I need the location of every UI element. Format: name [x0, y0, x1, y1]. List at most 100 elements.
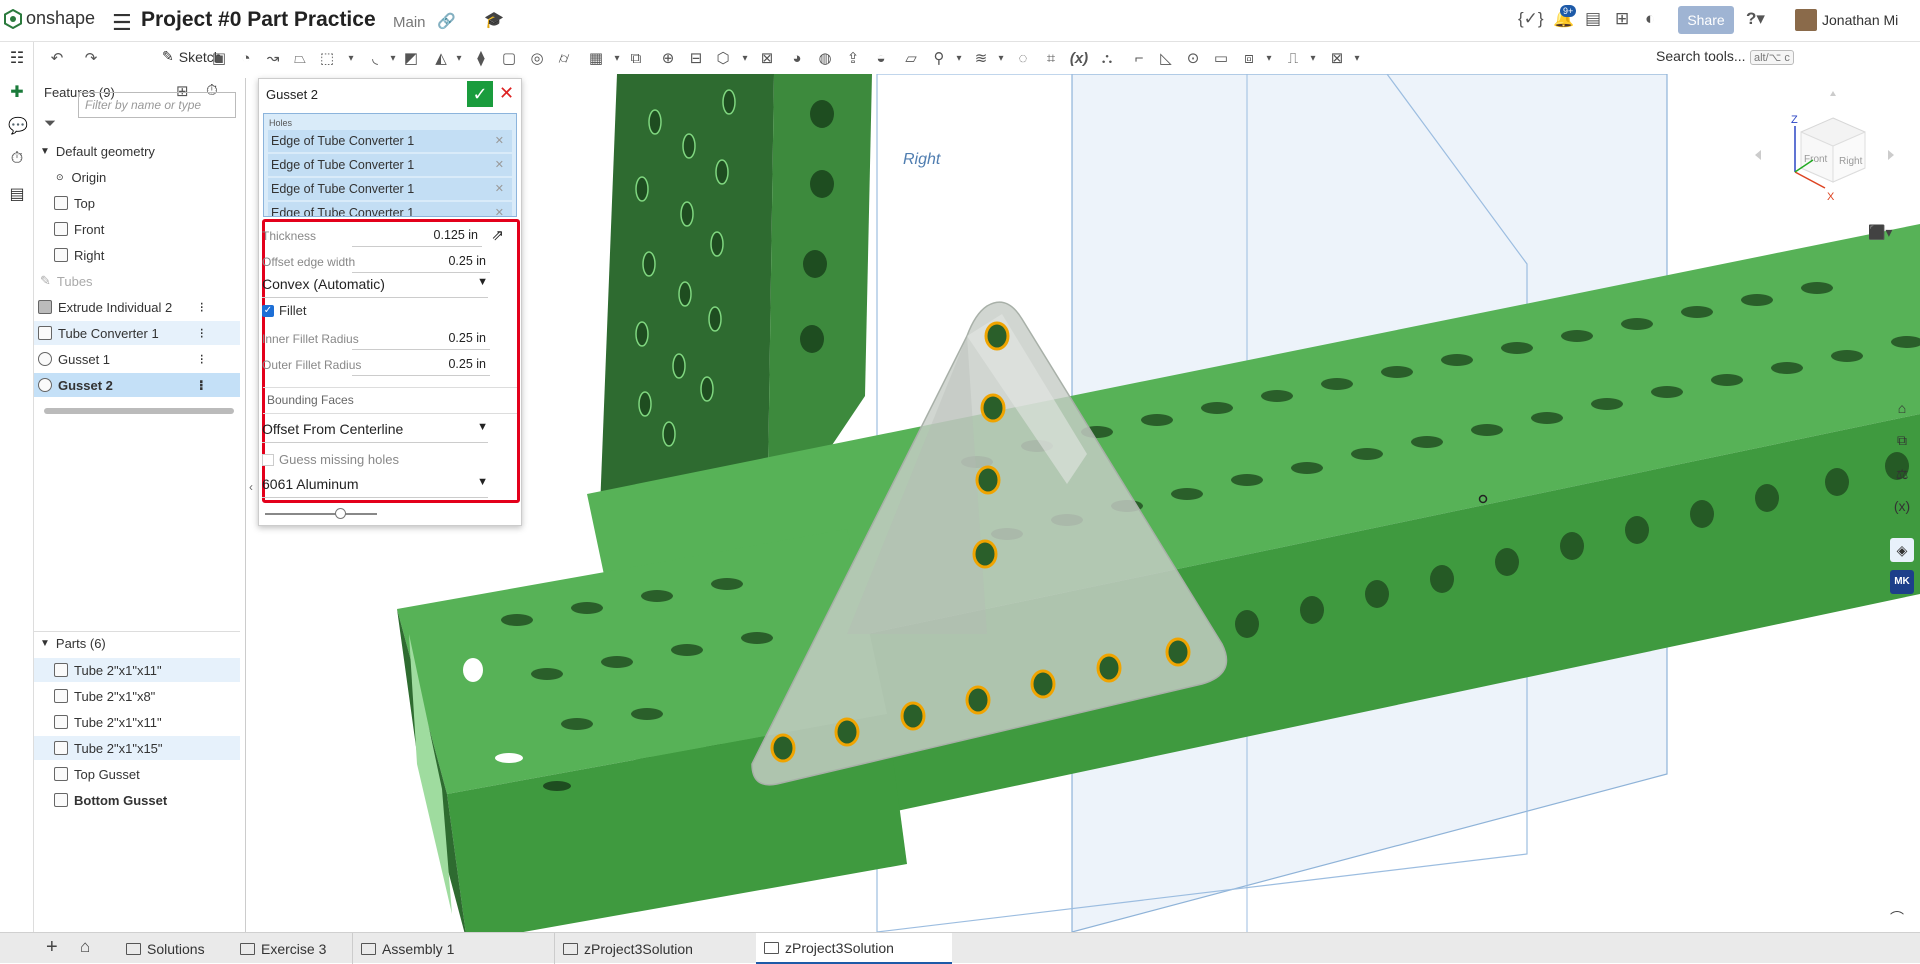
remove-icon[interactable]: ✕	[495, 178, 504, 200]
holes-icon[interactable]: ⊙	[1182, 47, 1204, 69]
sweep-icon[interactable]: ↝	[262, 47, 284, 69]
cancel-button[interactable]: ✕	[499, 83, 514, 104]
delete-face-icon[interactable]: ◍	[814, 47, 836, 69]
transform-icon[interactable]: ⬡	[712, 47, 734, 69]
feature-item-gusset-2[interactable]: Gusset 2 ⁝	[34, 373, 240, 397]
thicken-icon[interactable]: ⬚	[316, 47, 338, 69]
mate-connector-icon[interactable]: ⚲	[928, 47, 950, 69]
mass-properties-icon[interactable]: ⚖	[1890, 462, 1914, 486]
tab-zproject3solution-active[interactable]: zProject3Solution	[756, 933, 952, 964]
part-item[interactable]: Tube 2"x1"x8"	[34, 684, 240, 708]
part-item[interactable]: Tube 2"x1"x11"	[34, 710, 240, 734]
geometry-item-right[interactable]: Right	[34, 243, 240, 267]
rollback-bar[interactable]	[44, 408, 234, 414]
view-cube[interactable]: Front Right Z X	[1755, 90, 1895, 220]
part-item[interactable]: Tube 2"x1"x15"	[34, 736, 240, 760]
chevron-down-icon[interactable]: ▾	[734, 47, 756, 69]
outer-fillet-value[interactable]: 0.25 in	[448, 357, 486, 371]
search-tools[interactable]: Search tools...	[1656, 48, 1746, 64]
part-item[interactable]: Bottom Gusset	[34, 788, 240, 812]
assembly-icon[interactable]: ⧉	[1890, 428, 1914, 452]
inner-fillet-field[interactable]: Inner Fillet Radius 0.25 in	[262, 328, 508, 350]
slider-handle[interactable]	[335, 508, 346, 519]
rollback-dots-icon[interactable]: ⁝	[200, 325, 204, 342]
cap-icon[interactable]: ▭	[1210, 47, 1232, 69]
material-select[interactable]: 6061 Aluminum ▼	[262, 476, 488, 498]
revolve-icon[interactable]: ◔	[235, 47, 257, 69]
cylinder-icon[interactable]: ⌭	[553, 47, 575, 69]
bounding-select[interactable]: Offset From Centerline ▼	[262, 421, 488, 443]
undo-icon[interactable]: ↶	[46, 47, 68, 69]
gusset-icon[interactable]: ◺	[1155, 47, 1177, 69]
feature-item-extrude[interactable]: Extrude Individual 2 ⁝	[34, 295, 240, 319]
document-list-icon[interactable]: ▤	[1585, 9, 1601, 29]
flip-direction-icon[interactable]: ⇗	[491, 226, 504, 244]
home-icon[interactable]: ⌂	[80, 937, 90, 957]
comments-icon[interactable]: 💬	[8, 116, 28, 135]
tube-icon[interactable]: ⌐	[1128, 47, 1150, 69]
loft-icon[interactable]: ⏢	[289, 47, 311, 69]
hole-selection-item[interactable]: Edge of Tube Converter 1 ✕	[268, 154, 512, 176]
graduation-cap-icon[interactable]: 🎓	[484, 10, 504, 30]
hole-selection-item[interactable]: Edge of Tube Converter 1 ✕	[268, 130, 512, 152]
dialog-slider[interactable]	[265, 513, 377, 515]
tab-assembly-1[interactable]: Assembly 1	[352, 933, 548, 964]
remove-icon[interactable]: ✕	[495, 154, 504, 176]
filter-icon[interactable]: ⏷	[44, 115, 56, 132]
curve-icon[interactable]: ≋	[970, 47, 992, 69]
filter-input[interactable]: Filter by name or type	[78, 92, 236, 118]
add-tab-icon[interactable]: +	[46, 936, 58, 959]
default-geometry-folder[interactable]: ▼ Default geometry	[34, 139, 240, 163]
inner-fillet-value[interactable]: 0.25 in	[448, 331, 486, 345]
variable-icon[interactable]: (x)	[1068, 47, 1090, 69]
split-icon[interactable]: ⊟	[685, 47, 707, 69]
hole-selection-item[interactable]: Edge of Tube Converter 1 ✕	[268, 178, 512, 200]
replace-face-icon[interactable]: ◒	[870, 47, 892, 69]
help-icon[interactable]: ?▾	[1746, 9, 1765, 29]
helix-icon[interactable]: ◌	[1012, 47, 1034, 69]
rollback-dots-icon[interactable]: ⁝	[199, 377, 204, 394]
feature-item-tube-converter[interactable]: Tube Converter 1 ⁝	[34, 321, 240, 345]
tab-zproject3solution[interactable]: zProject3Solution	[554, 933, 750, 964]
modify-fillet-icon[interactable]: ◕	[786, 47, 808, 69]
offset-width-value[interactable]: 0.25 in	[448, 254, 486, 268]
pattern-icon[interactable]: ▦	[585, 47, 607, 69]
chamfer-icon[interactable]: ◩	[400, 47, 422, 69]
link-icon[interactable]: 🔗	[437, 12, 456, 30]
move-face-icon[interactable]: ⇪	[842, 47, 864, 69]
section-view-icon[interactable]: ⊠	[1326, 47, 1348, 69]
geometry-item-top[interactable]: Top	[34, 191, 240, 215]
collapse-panel-icon[interactable]: ‹	[249, 480, 253, 494]
geometry-item-origin[interactable]: ⊙ Origin	[34, 165, 240, 189]
mirror-icon[interactable]: ⧉	[625, 47, 647, 69]
extrude-icon[interactable]: ▣	[208, 47, 230, 69]
orientation-icon[interactable]: ⌒	[1890, 908, 1904, 928]
parts-folder[interactable]: ▼ Parts (6)	[34, 631, 240, 655]
hole-icon[interactable]: ◎	[526, 47, 548, 69]
app-store-icon[interactable]: ⊞	[1615, 9, 1629, 29]
plane-icon[interactable]: ▱	[900, 47, 922, 69]
part-item[interactable]: Top Gusset	[34, 762, 240, 786]
insert-icon[interactable]: ✚	[8, 82, 26, 101]
tubes-folder[interactable]: ✎ Tubes	[34, 269, 240, 293]
rib-icon[interactable]: ⧫	[470, 47, 492, 69]
view-options-icon[interactable]: ⬛▾	[1868, 224, 1892, 241]
offset-width-field[interactable]: Offset edge width 0.25 in	[262, 251, 508, 273]
feature-list-icon[interactable]: ☷	[8, 48, 26, 67]
chevron-down-icon[interactable]: ▾	[1258, 47, 1280, 69]
thickness-field[interactable]: Thickness 0.125 in ⇗	[262, 225, 508, 247]
guess-holes-checkbox[interactable]	[262, 454, 274, 466]
chevron-down-icon[interactable]: ▾	[340, 47, 362, 69]
outer-fillet-field[interactable]: Outer Fillet Radius 0.25 in	[262, 354, 508, 376]
variables-icon[interactable]: {✓}	[1518, 9, 1544, 29]
chevron-down-icon[interactable]: ▾	[1302, 47, 1324, 69]
bom-icon[interactable]: ▤	[8, 184, 26, 203]
chevron-down-icon[interactable]: ▾	[948, 47, 970, 69]
geometry-item-front[interactable]: Front	[34, 217, 240, 241]
document-title[interactable]: Project #0 Part Practice	[141, 8, 376, 32]
rollback-dots-icon[interactable]: ⁝	[200, 299, 204, 316]
chevron-down-icon[interactable]: ▾	[990, 47, 1012, 69]
mk-app-icon[interactable]: MK	[1890, 570, 1914, 594]
share-button[interactable]: Share	[1678, 6, 1734, 34]
chevron-down-icon[interactable]: ▾	[1346, 47, 1368, 69]
